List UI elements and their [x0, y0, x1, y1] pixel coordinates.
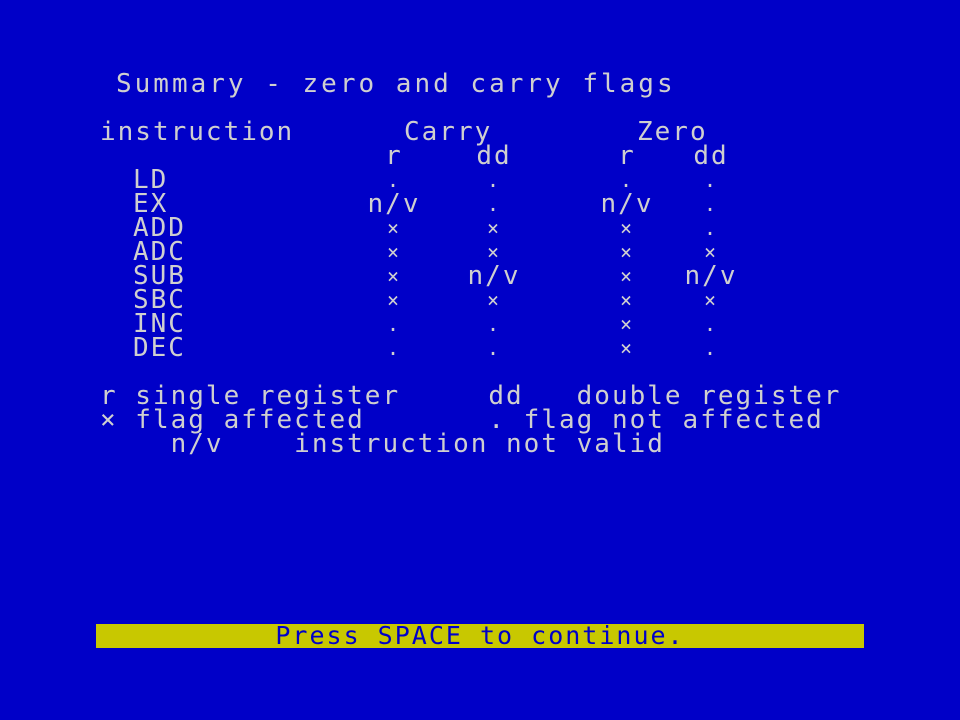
cell-ld-carry-dd: .: [486, 168, 502, 192]
cell-dec-carry-dd: .: [486, 336, 502, 360]
cell-sub-carry-dd: n/v: [467, 261, 521, 291]
cell-add-zero-r: ×: [619, 216, 635, 240]
cell-sbc-zero-dd: ×: [703, 288, 719, 312]
summary-title: Summary - zero and carry flags: [116, 69, 676, 99]
cell-ex-carry-dd: .: [486, 192, 502, 216]
cell-adc-zero-r: ×: [619, 240, 635, 264]
continue-bar[interactable]: Press SPACE to continue.: [96, 621, 864, 650]
cell-dec-carry-r: .: [386, 336, 402, 360]
cell-ex-carry-r: n/v: [367, 189, 421, 219]
continue-prompt: Press SPACE to continue.: [275, 621, 685, 650]
cell-sub-zero-dd: n/v: [684, 261, 738, 291]
cell-add-carry-r: ×: [386, 216, 402, 240]
subheader-zero-dd: dd: [693, 141, 729, 171]
cell-dec-zero-dd: .: [703, 336, 719, 360]
subheader-zero-r: r: [618, 141, 636, 171]
cell-inc-zero-r: ×: [619, 312, 635, 336]
header-instruction: instruction: [100, 117, 295, 147]
instruction-label-dec: DEC: [133, 333, 186, 363]
cell-sub-carry-r: ×: [386, 264, 402, 288]
cell-add-zero-dd: .: [703, 216, 719, 240]
cell-ld-zero-dd: .: [703, 168, 719, 192]
cell-inc-zero-dd: .: [703, 312, 719, 336]
cell-add-carry-dd: ×: [486, 216, 502, 240]
cell-sbc-carry-r: ×: [386, 288, 402, 312]
cell-sbc-zero-r: ×: [619, 288, 635, 312]
subheader-carry-dd: dd: [476, 141, 512, 171]
cell-ex-zero-dd: .: [703, 192, 719, 216]
cell-inc-carry-dd: .: [486, 312, 502, 336]
cell-inc-carry-r: .: [386, 312, 402, 336]
cell-dec-zero-r: ×: [619, 336, 635, 360]
cell-sub-zero-r: ×: [619, 264, 635, 288]
cell-adc-carry-r: ×: [386, 240, 402, 264]
cell-ex-zero-r: n/v: [600, 189, 654, 219]
cell-sbc-carry-dd: ×: [486, 288, 502, 312]
subheader-carry-r: r: [385, 141, 403, 171]
legend-line-3: n/v instruction not valid: [100, 429, 665, 459]
